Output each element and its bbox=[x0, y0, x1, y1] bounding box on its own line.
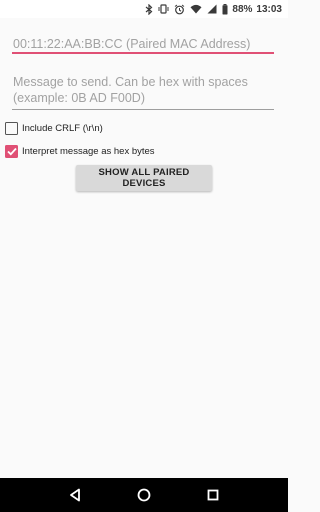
message-placeholder: Message to send. Can be hex with spaces … bbox=[13, 75, 248, 105]
home-icon[interactable] bbox=[129, 480, 159, 510]
wifi-icon bbox=[190, 4, 202, 14]
recents-icon[interactable] bbox=[198, 480, 228, 510]
include-crlf-checkbox[interactable] bbox=[5, 121, 18, 135]
status-bar: 88% 13:03 bbox=[0, 0, 288, 18]
include-crlf-label: Include CRLF (\r\n) bbox=[22, 122, 103, 134]
battery-percent: 88% bbox=[232, 3, 253, 15]
back-icon[interactable] bbox=[60, 480, 90, 510]
battery-icon bbox=[222, 3, 228, 15]
signal-icon bbox=[207, 4, 217, 14]
interpret-hex-label: Interpret message as hex bytes bbox=[22, 145, 155, 157]
checkmark-icon bbox=[6, 147, 17, 155]
bluetooth-icon bbox=[145, 3, 153, 15]
alarm-icon bbox=[174, 4, 185, 15]
mac-address-placeholder: 00:11:22:AA:BB:CC (Paired MAC Address) bbox=[13, 37, 251, 51]
navigation-bar bbox=[0, 478, 288, 512]
interpret-hex-checkbox[interactable] bbox=[5, 144, 18, 158]
clock-time: 13:03 bbox=[256, 3, 282, 15]
message-field[interactable]: Message to send. Can be hex with spaces … bbox=[12, 74, 274, 110]
mac-address-field[interactable]: 00:11:22:AA:BB:CC (Paired MAC Address) bbox=[12, 30, 274, 54]
show-all-paired-devices-button[interactable]: SHOW ALL PAIRED DEVICES bbox=[76, 165, 212, 191]
vibrate-icon bbox=[158, 4, 169, 14]
interpret-hex-checkbox-row[interactable]: Interpret message as hex bytes bbox=[5, 143, 155, 159]
include-crlf-checkbox-row[interactable]: Include CRLF (\r\n) bbox=[5, 120, 103, 136]
